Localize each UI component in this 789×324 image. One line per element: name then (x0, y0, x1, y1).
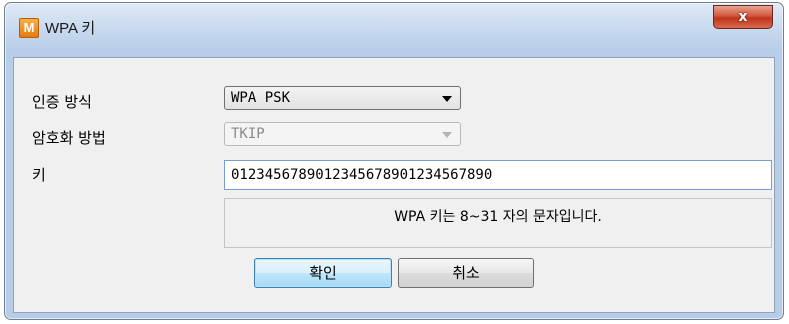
auth-method-label: 인증 방식 (32, 93, 92, 111)
auth-method-dropdown[interactable]: WPA PSK (224, 86, 461, 110)
dialog-window: M WPA 키 x 인증 방식 WPA PSK 암호화 방법 TKIP 키 WP… (4, 2, 784, 320)
key-label: 키 (32, 166, 46, 184)
dialog-content: 인증 방식 WPA PSK 암호화 방법 TKIP 키 WPA 키는 8~31 … (13, 57, 775, 313)
key-info-box: WPA 키는 8~31 자의 문자입니다. (224, 198, 772, 248)
ok-button[interactable]: 확인 (254, 258, 392, 288)
key-info-text: WPA 키는 8~31 자의 문자입니다. (394, 209, 602, 225)
close-button[interactable]: x (713, 5, 773, 29)
close-icon: x (738, 9, 748, 25)
title-bar[interactable]: M WPA 키 x (5, 3, 783, 55)
cancel-button[interactable]: 취소 (398, 258, 534, 288)
window-title: WPA 키 (45, 20, 96, 37)
app-icon: M (19, 18, 39, 38)
encryption-method-label: 암호화 방법 (32, 129, 106, 147)
key-input[interactable] (224, 160, 772, 190)
encryption-method-dropdown: TKIP (224, 122, 461, 146)
dropdown-arrow-icon (442, 132, 452, 138)
auth-method-value: WPA PSK (231, 90, 291, 106)
dropdown-arrow-icon (442, 96, 452, 102)
encryption-method-value: TKIP (231, 126, 265, 142)
